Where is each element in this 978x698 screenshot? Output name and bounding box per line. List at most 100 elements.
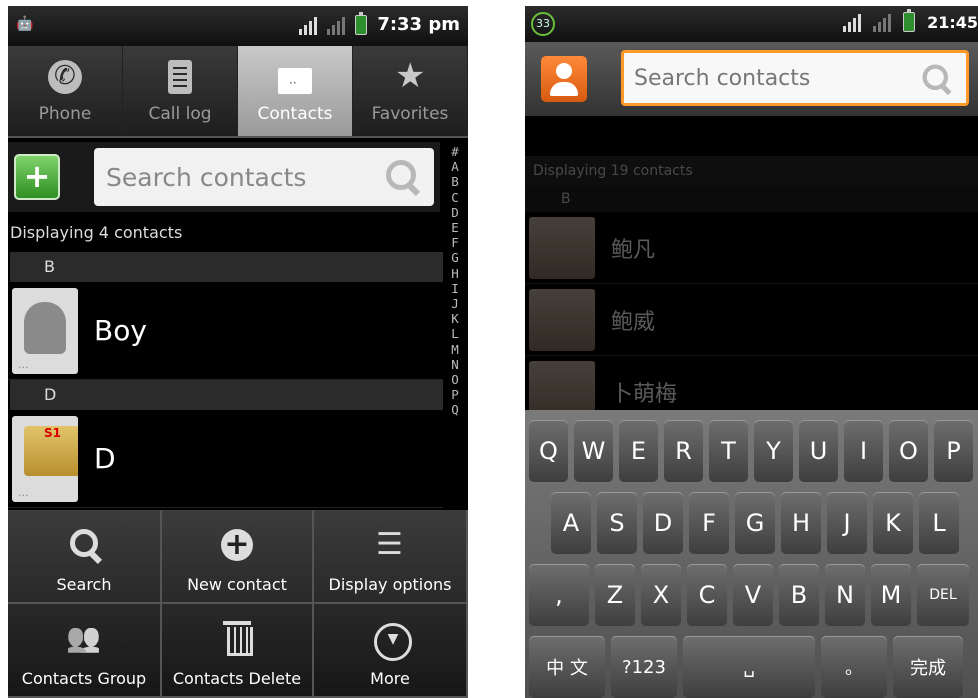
index-letter[interactable]: Q	[451, 402, 459, 417]
keyboard-key[interactable]: U	[799, 420, 838, 482]
index-letter[interactable]: O	[451, 372, 459, 387]
soft-keyboard: QWERTYUIOP ASDFGHJKL , Z X C V B N M DEL 中 文 ?123…	[525, 410, 978, 698]
search-icon[interactable]	[922, 64, 952, 94]
index-letter[interactable]: H	[451, 266, 459, 281]
keyboard-key[interactable]: ?123	[611, 636, 677, 698]
list-item[interactable]: 鲍凡	[525, 212, 978, 284]
index-letter[interactable]: D	[451, 205, 459, 220]
menu-item-search[interactable]: Search	[8, 510, 162, 604]
index-letter[interactable]: L	[451, 326, 459, 341]
menu-item-contacts-delete[interactable]: Contacts Delete	[162, 604, 314, 698]
call-log-icon	[168, 60, 192, 94]
contacts-icon	[278, 68, 312, 94]
signal-strength-secondary-icon	[327, 15, 346, 35]
delete-key[interactable]: DEL	[917, 564, 969, 626]
index-letter[interactable]: I	[451, 281, 459, 296]
keyboard-key[interactable]: 中 文	[529, 636, 605, 698]
keyboard-key[interactable]: I	[844, 420, 883, 482]
keyboard-key[interactable]: Q	[529, 420, 568, 482]
keyboard-key[interactable]: D	[643, 492, 683, 554]
space-key[interactable]: ␣	[683, 636, 815, 698]
tab-favorites[interactable]: Favorites	[353, 46, 468, 136]
list-item[interactable]: 鲍威	[525, 284, 978, 356]
add-circle-icon	[219, 527, 255, 563]
index-letter[interactable]: A	[451, 159, 459, 174]
menu-item-new-contact[interactable]: New contact	[162, 510, 314, 604]
contact-count: Displaying 19 contacts	[525, 156, 978, 186]
keyboard-key[interactable]: C	[687, 564, 727, 626]
keyboard-key[interactable]: 完成	[893, 636, 963, 698]
keyboard-key[interactable]: X	[641, 564, 681, 626]
search-icon[interactable]	[386, 160, 420, 194]
keyboard-key[interactable]: S	[597, 492, 637, 554]
tab-contacts[interactable]: Contacts	[238, 46, 353, 136]
keyboard-key[interactable]: E	[619, 420, 658, 482]
alphabet-index[interactable]: # A B C D E F G H I J K L M N O P Q	[444, 144, 466, 418]
tab-label: Phone	[38, 104, 92, 124]
index-letter[interactable]: M	[451, 342, 459, 357]
search-input[interactable]	[634, 65, 904, 91]
keyboard-key[interactable]: A	[551, 492, 591, 554]
keyboard-row-1: QWERTYUIOP	[529, 420, 978, 482]
menu-item-more[interactable]: More	[314, 604, 468, 698]
index-letter[interactable]: F	[451, 235, 459, 250]
search-box[interactable]	[621, 50, 969, 106]
keyboard-key[interactable]: L	[919, 492, 959, 554]
contact-name: D	[94, 442, 116, 475]
index-letter[interactable]: K	[451, 311, 459, 326]
keyboard-row-3: , Z X C V B N M DEL	[529, 564, 975, 626]
star-icon	[393, 56, 427, 96]
add-contact-button[interactable]: +	[14, 154, 60, 200]
tab-label: Call log	[148, 104, 212, 124]
keyboard-key[interactable]: B	[779, 564, 819, 626]
tab-call-log[interactable]: Call log	[123, 46, 238, 136]
index-letter[interactable]: P	[451, 387, 459, 402]
keyboard-key[interactable]: F	[689, 492, 729, 554]
keyboard-key[interactable]: R	[664, 420, 703, 482]
menu-item-contacts-group[interactable]: Contacts Group	[8, 604, 162, 698]
display-options-icon	[372, 527, 408, 563]
left-phone-screen: 🤖 7:33 pm Phone Call log Contacts Favori…	[8, 6, 468, 698]
contact-name: 鲍凡	[611, 237, 656, 263]
search-box[interactable]	[94, 148, 434, 206]
keyboard-key[interactable]: K	[873, 492, 913, 554]
keyboard-key[interactable]: J	[827, 492, 867, 554]
keyboard-key[interactable]: H	[781, 492, 821, 554]
section-header-d: D	[10, 380, 443, 410]
keyboard-key[interactable]: N	[825, 564, 865, 626]
index-letter[interactable]: N	[451, 357, 459, 372]
tab-label: Contacts	[257, 104, 333, 124]
signal-strength-secondary-icon	[873, 12, 892, 32]
battery-icon	[903, 9, 916, 32]
keyboard-key[interactable]: ,	[529, 564, 589, 626]
keyboard-key[interactable]: P	[934, 420, 973, 482]
right-phone-screen: 33 21:45 Displaying 19 contacts B 鲍凡 鲍威 …	[525, 6, 978, 698]
keyboard-key[interactable]: T	[709, 420, 748, 482]
list-item[interactable]: D	[8, 410, 443, 508]
index-letter[interactable]: #	[451, 144, 459, 159]
phone-icon	[48, 60, 82, 94]
android-avatar	[12, 287, 78, 374]
index-letter[interactable]: C	[451, 190, 459, 205]
keyboard-key[interactable]: G	[735, 492, 775, 554]
tab-phone[interactable]: Phone	[8, 46, 123, 136]
keyboard-key[interactable]: Y	[754, 420, 793, 482]
index-letter[interactable]: B	[451, 174, 459, 189]
keyboard-key[interactable]: 。	[821, 636, 887, 698]
keyboard-key[interactable]: Z	[595, 564, 635, 626]
search-input[interactable]	[106, 162, 376, 192]
menu-item-display-options[interactable]: Display options	[314, 510, 468, 604]
menu-item-label: Contacts Group	[21, 669, 147, 688]
index-letter[interactable]: J	[451, 296, 459, 311]
keyboard-key[interactable]: M	[871, 564, 911, 626]
tab-label: Favorites	[371, 104, 449, 124]
more-icon	[372, 621, 412, 661]
contacts-person-icon[interactable]	[541, 56, 587, 102]
list-item[interactable]: Boy	[8, 282, 443, 380]
index-letter[interactable]: G	[451, 250, 459, 265]
keyboard-key[interactable]: V	[733, 564, 773, 626]
section-header-b: B	[525, 186, 978, 212]
keyboard-key[interactable]: W	[574, 420, 613, 482]
keyboard-key[interactable]: O	[889, 420, 928, 482]
index-letter[interactable]: E	[451, 220, 459, 235]
